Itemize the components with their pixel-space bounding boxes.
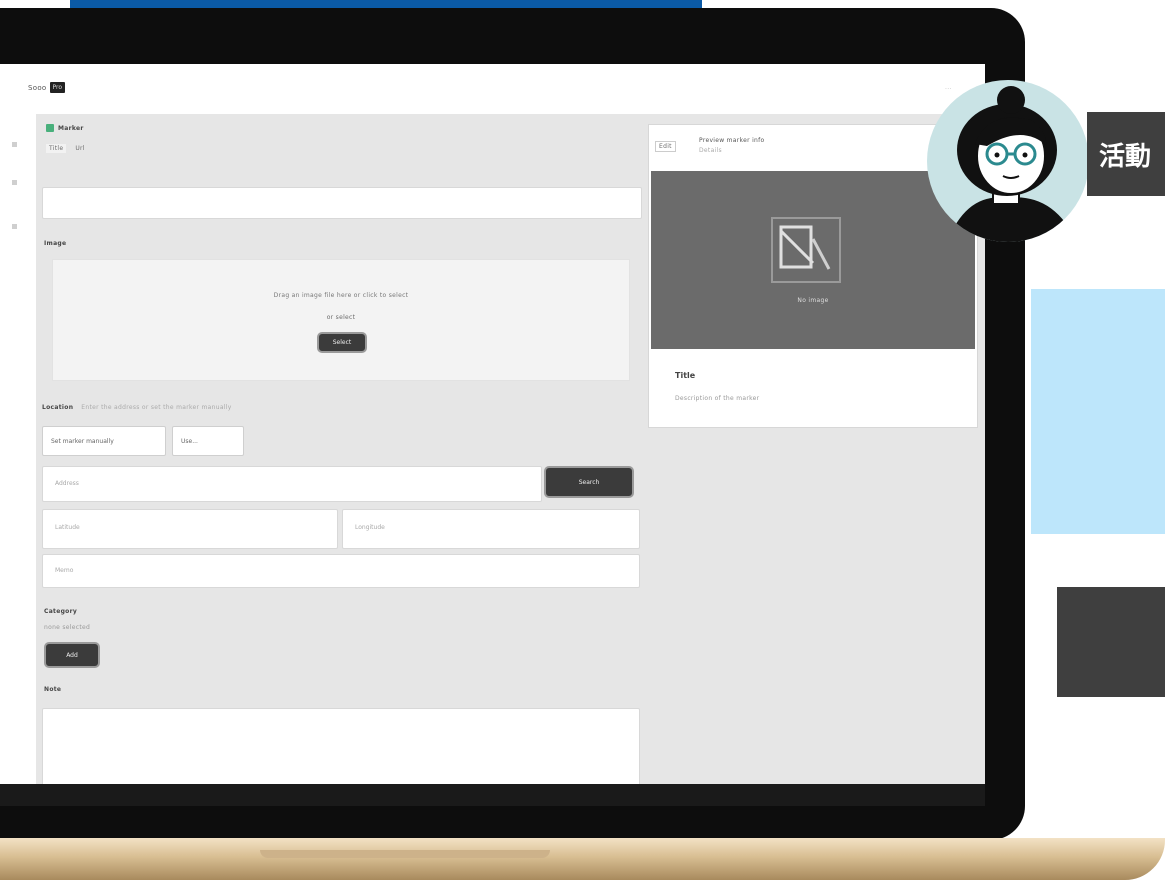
upload-button[interactable]: Select xyxy=(317,332,367,353)
title-input[interactable] xyxy=(42,187,642,219)
address-input[interactable]: Address xyxy=(42,466,542,502)
preview-image: No image xyxy=(651,171,975,349)
image-placeholder-icon xyxy=(771,217,841,283)
woman-avatar-icon xyxy=(947,86,1077,242)
tag-url: Url xyxy=(75,145,85,152)
feature-label: 活動 xyxy=(1087,112,1165,196)
app-logo[interactable]: Sooo Pro xyxy=(28,82,66,93)
preview-description: Description of the marker xyxy=(675,395,760,402)
marker-title-badge: Marker xyxy=(46,124,84,132)
image-section-label: Image xyxy=(44,240,67,247)
latitude-placeholder: Latitude xyxy=(55,524,80,531)
left-rail xyxy=(0,114,34,784)
list-icon[interactable] xyxy=(12,180,17,185)
note-textarea[interactable] xyxy=(42,708,640,784)
category-sub: none selected xyxy=(44,624,91,631)
no-image-caption: No image xyxy=(797,297,829,304)
marker-icon xyxy=(46,124,54,132)
preview-header-line1: Preview marker info xyxy=(699,137,765,144)
guide-avatar xyxy=(927,80,1089,242)
app-header: Sooo Pro ... xyxy=(0,64,985,114)
upload-hint: Drag an image file here or click to sele… xyxy=(273,292,409,299)
preview-badge[interactable]: Edit xyxy=(655,141,676,152)
laptop-notch xyxy=(260,850,550,858)
grid-icon[interactable] xyxy=(12,142,17,147)
longitude-input[interactable]: Longitude xyxy=(342,509,640,549)
broken-image-icon xyxy=(779,225,831,270)
form-panel: Marker Title Url Image Drag an image fil… xyxy=(36,114,648,784)
location-header: Location Enter the address or set the ma… xyxy=(42,404,232,411)
settings-icon[interactable] xyxy=(12,224,17,229)
upload-or: or select xyxy=(326,314,356,321)
option-manual-marker[interactable]: Set marker manually xyxy=(42,426,166,456)
preview-panel: Edit Preview marker info Details No imag… xyxy=(648,114,985,784)
memo-input[interactable]: Memo xyxy=(42,554,640,588)
location-label: Location xyxy=(42,404,74,411)
info-card-blue xyxy=(1031,289,1165,534)
image-dropzone[interactable]: Drag an image file here or click to sele… xyxy=(52,259,630,381)
logo-text: Sooo xyxy=(28,83,47,92)
preview-header-line2: Details xyxy=(699,147,722,154)
memo-placeholder: Memo xyxy=(55,567,74,574)
header-corner-text[interactable]: ... xyxy=(945,84,952,91)
latitude-input[interactable]: Latitude xyxy=(42,509,338,549)
category-add-button[interactable]: Add xyxy=(44,642,100,668)
laptop-base xyxy=(0,838,1165,880)
tag-title: Title xyxy=(46,144,67,153)
section-tags: Title Url xyxy=(46,144,88,153)
option-other[interactable]: Use... xyxy=(172,426,244,456)
info-card-dark xyxy=(1057,587,1165,697)
marker-label: Marker xyxy=(58,124,84,132)
location-hint: Enter the address or set the marker manu… xyxy=(81,404,232,411)
search-button[interactable]: Search xyxy=(544,466,634,498)
address-placeholder: Address xyxy=(55,480,79,487)
category-label: Category xyxy=(44,608,78,615)
longitude-placeholder: Longitude xyxy=(355,524,385,531)
logo-badge: Pro xyxy=(49,82,66,93)
laptop-screen: Sooo Pro ... Marker Title Url Image Drag… xyxy=(0,64,985,784)
screen-bottom-edge xyxy=(0,784,985,806)
note-label: Note xyxy=(44,686,62,693)
preview-title: Title xyxy=(675,371,696,380)
